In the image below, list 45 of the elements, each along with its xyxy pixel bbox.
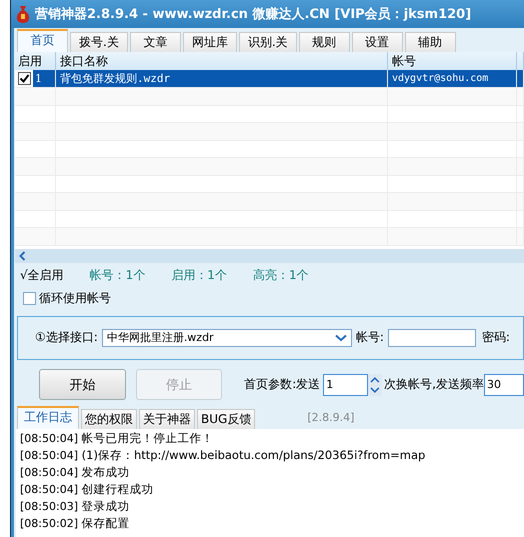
field-label: ①选择接口:	[35, 329, 98, 346]
field-label: 首页参数:发送	[244, 376, 320, 393]
count-label: 帐号：1个	[90, 267, 146, 284]
account-field[interactable]	[388, 328, 476, 346]
tab[interactable]: 首页	[17, 29, 68, 52]
interface-dropdown[interactable]: 中华网批里注册.wzdr	[102, 328, 352, 346]
log-line: [08:50:04] 帐号已用完！停止工作！	[20, 430, 215, 446]
tab[interactable]: 文章	[130, 32, 181, 52]
tab[interactable]: 规则	[298, 32, 350, 52]
field-label: 帐号:	[356, 329, 384, 346]
spinner-arrows-icon[interactable]	[368, 374, 382, 396]
table-row[interactable]: 1 背包免群发规则.wzdr vdygvtr@sohu.com	[15, 70, 524, 88]
field-label: 次换帐号,发送频率	[384, 376, 484, 393]
table-cell: vdygvtr@sohu.com	[392, 73, 488, 84]
checkbox[interactable]	[18, 72, 31, 85]
count-field[interactable]: 1	[323, 374, 368, 396]
tab[interactable]: 网址库	[182, 32, 237, 52]
window-title: 营销神器2.8.9.4 - www.wzdr.cn 微赚达人.CN [VIP会员：jksm120]	[35, 6, 472, 23]
tab[interactable]: 您的权限	[81, 408, 137, 428]
rate-field[interactable]: 30	[484, 374, 524, 396]
version-label: [2.8.9.4]	[307, 411, 354, 424]
checkbox-label: 循环使用帐号	[39, 290, 111, 307]
money-bag-icon	[16, 5, 30, 23]
log-line: [08:50:03] 登录成功	[20, 498, 131, 514]
checkbox[interactable]	[23, 292, 36, 305]
tab[interactable]: 辅助	[404, 32, 456, 52]
tab[interactable]: 识别.关	[238, 32, 297, 52]
table-cell: 背包免群发规则.wzdr	[60, 71, 170, 86]
log-line: [08:50:04] (1)保存：http://www.beibaotu.com/plans/20365i?from=map	[20, 446, 426, 464]
tab[interactable]: 设置	[352, 32, 403, 52]
row-number: 1	[33, 70, 55, 87]
action-button[interactable]: 开始	[39, 369, 126, 400]
log-line: [08:50:02] 保存配置	[20, 514, 131, 532]
field-label: 密码:	[482, 329, 510, 346]
chevron-down-icon	[334, 334, 347, 342]
scroll-left-icon[interactable]	[19, 250, 26, 260]
count-label: 高亮：1个	[252, 267, 309, 284]
enable-all-link[interactable]: √全启用	[20, 267, 64, 284]
log-line: [08:50:04] 发布成功	[20, 464, 131, 480]
count-label: 启用：1个	[171, 267, 227, 284]
tab[interactable]: 工作日志	[17, 406, 79, 428]
tab[interactable]: 拨号.关	[70, 32, 128, 52]
log-line: [08:50:04] 创建行程成功	[20, 480, 155, 498]
tab[interactable]: 关于神器	[139, 408, 195, 428]
tab[interactable]: BUG反馈	[197, 408, 256, 428]
